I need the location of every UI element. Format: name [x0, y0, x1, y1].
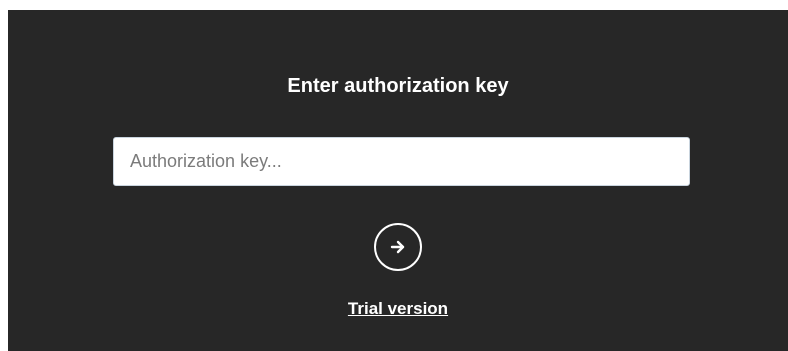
- arrow-right-icon: [390, 240, 405, 254]
- trial-version-link[interactable]: Trial version: [348, 299, 448, 318]
- submit-button[interactable]: [374, 223, 422, 271]
- authorization-dialog: Enter authorization key Trial version: [8, 10, 788, 351]
- authorization-key-input[interactable]: [113, 137, 690, 186]
- trial-version-container: Trial version: [8, 297, 788, 321]
- dialog-title: Enter authorization key: [287, 75, 509, 97]
